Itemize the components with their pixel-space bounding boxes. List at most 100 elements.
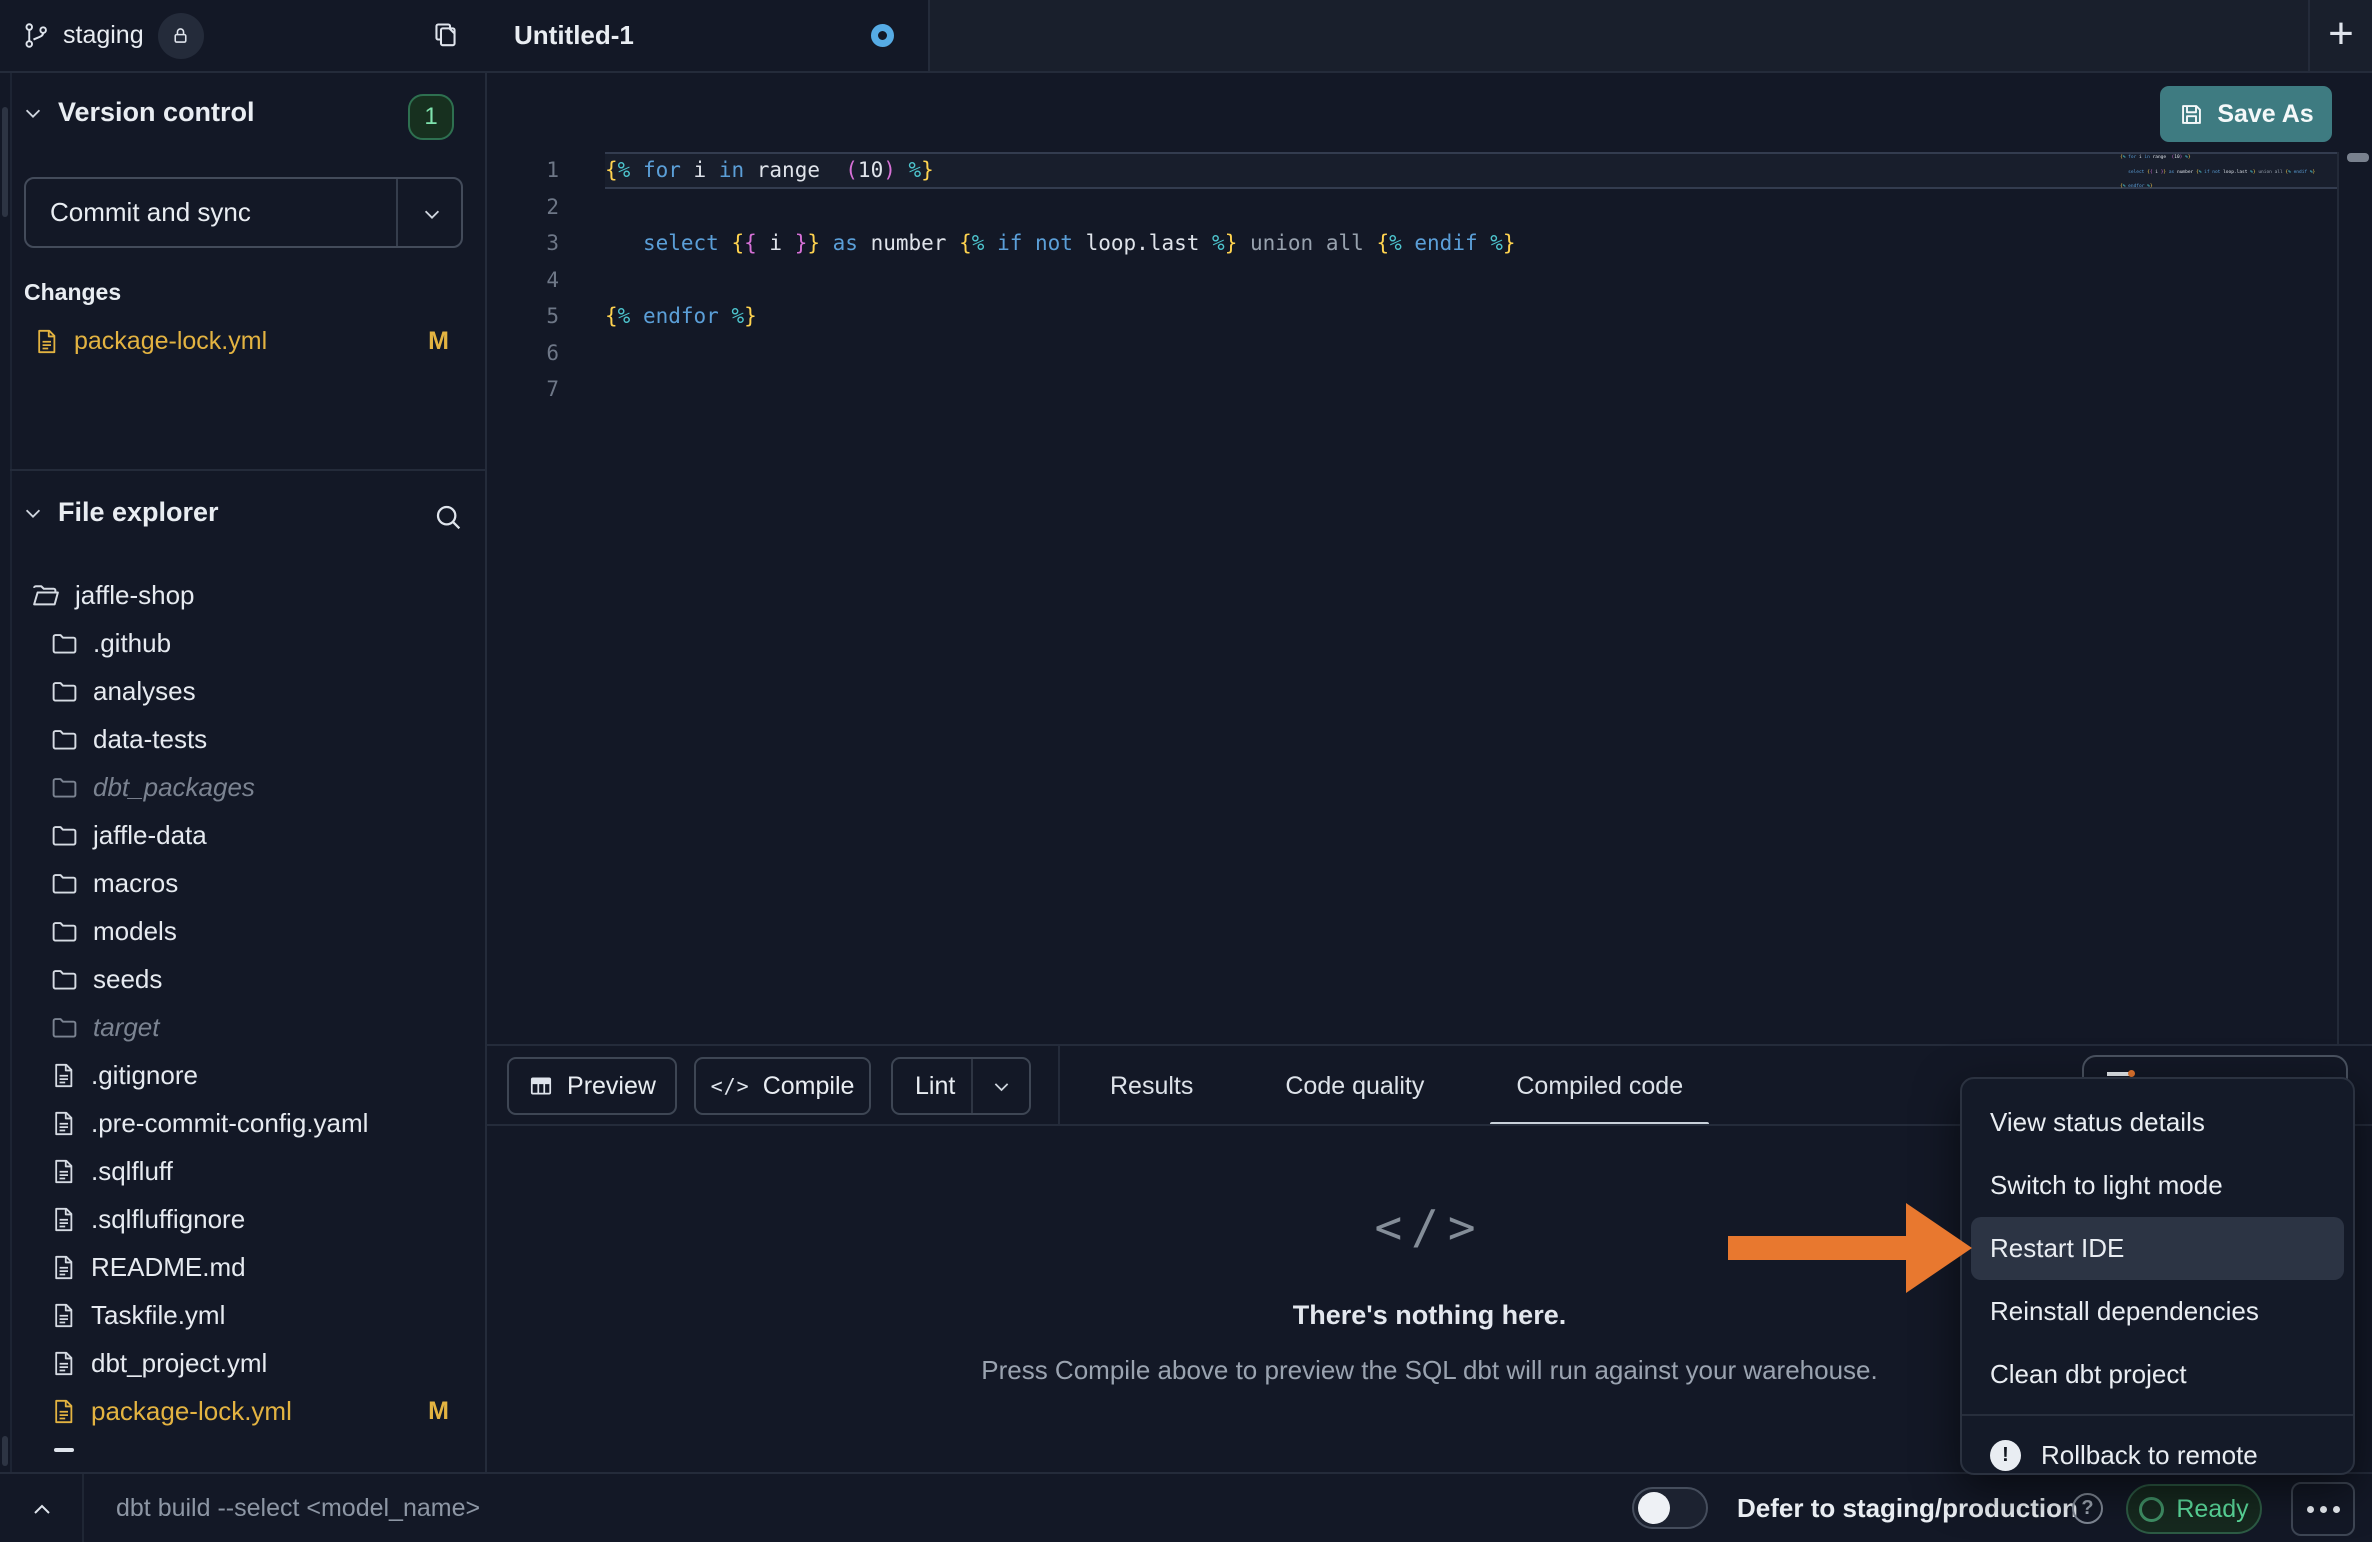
editor-code[interactable]: {% for i in range (10) %} select {{ i }}… <box>605 152 2337 408</box>
file-explorer-title: File explorer <box>58 497 219 528</box>
tree-item-dbt_project.yml[interactable]: dbt_project.yml <box>0 1339 487 1387</box>
file-icon <box>50 1062 77 1089</box>
tree-item-analyses[interactable]: analyses <box>0 667 487 715</box>
folder-open-icon <box>31 580 61 610</box>
section-divider <box>10 469 487 471</box>
minimap[interactable]: {% for i in range (10) %} select {{ i }}… <box>2120 154 2334 205</box>
code-line-7[interactable] <box>605 371 2337 408</box>
folder-icon <box>50 629 79 658</box>
changes-label: Changes <box>24 279 121 306</box>
tree-item-seeds[interactable]: seeds <box>0 955 487 1003</box>
tree-item-.pre-commit-config.yaml[interactable]: .pre-commit-config.yaml <box>0 1099 487 1147</box>
save-icon <box>2178 101 2205 128</box>
tree-item-dbt_packages[interactable]: dbt_packages <box>0 763 487 811</box>
tree-item-models[interactable]: models <box>0 907 487 955</box>
tab-results-label: Results <box>1110 1072 1193 1101</box>
tab-untitled-1[interactable]: Untitled-1 <box>487 0 930 71</box>
tree-item-jaffle-data[interactable]: jaffle-data <box>0 811 487 859</box>
editor-scrollbar-divider <box>2337 152 2339 1044</box>
save-as-button[interactable]: Save As <box>2160 86 2332 142</box>
menu-item-switch-to-light-mode[interactable]: Switch to light mode <box>1962 1154 2353 1217</box>
tab-strip <box>930 0 2308 71</box>
minimap-line-1: {% for i in range (10) %} <box>2120 154 2334 161</box>
commit-and-sync-button[interactable]: Commit and sync <box>24 177 463 248</box>
file-icon <box>50 1254 77 1281</box>
tree-item-.sqlfluff[interactable]: .sqlfluff <box>0 1147 487 1195</box>
command-input[interactable]: dbt build --select <model_name> <box>116 1474 480 1542</box>
code-line-6[interactable] <box>605 335 2337 372</box>
help-icon[interactable]: ? <box>2072 1493 2103 1524</box>
code-icon: </> <box>711 1074 750 1098</box>
tab-compiled-code-label: Compiled code <box>1516 1072 1683 1101</box>
branch-name: staging <box>63 21 144 50</box>
lint-button[interactable]: Lint <box>891 1057 1031 1115</box>
sidebar-scrollbar-thumb[interactable] <box>2 107 8 217</box>
search-icon[interactable] <box>432 501 464 533</box>
file-explorer-header[interactable]: File explorer <box>22 497 219 528</box>
folder-icon <box>50 773 79 802</box>
tab-title: Untitled-1 <box>514 20 634 51</box>
version-control-header[interactable]: Version control <box>22 97 255 128</box>
tree-item-label: .sqlfluff <box>91 1156 173 1187</box>
unsaved-dot-icon[interactable] <box>871 24 894 47</box>
line-number-1: 1 <box>487 152 605 189</box>
code-line-5[interactable]: {% endfor %} <box>605 298 2337 335</box>
status-bar-divider <box>82 1474 84 1542</box>
tree-item-data-tests[interactable]: data-tests <box>0 715 487 763</box>
changed-file-package-lock.yml[interactable]: package-lock.ymlM <box>0 315 487 367</box>
menu-item-label: View status details <box>1990 1107 2205 1138</box>
code-line-1[interactable]: {% for i in range (10) %} <box>605 152 2337 189</box>
explorer-scrollbar-thumb[interactable] <box>2 1436 8 1466</box>
chevron-up-icon[interactable] <box>30 1498 54 1522</box>
chevron-down-icon[interactable] <box>22 102 44 124</box>
menu-item-view-status-details[interactable]: View status details <box>1962 1091 2353 1154</box>
tree-item-jaffle-shop[interactable]: jaffle-shop <box>0 571 487 619</box>
tree-item-macros[interactable]: macros <box>0 859 487 907</box>
code-line-2[interactable] <box>605 189 2337 226</box>
tree-item-label: macros <box>93 868 178 899</box>
line-number-6: 6 <box>487 335 605 372</box>
tree-item-.sqlfluffignore[interactable]: .sqlfluffignore <box>0 1195 487 1243</box>
chevron-down-icon[interactable] <box>991 1076 1012 1097</box>
tree-item-label: seeds <box>93 964 162 995</box>
commit-dropdown-chevron-icon[interactable] <box>421 203 443 225</box>
preview-button[interactable]: Preview <box>507 1057 677 1115</box>
lint-split-divider <box>971 1059 973 1113</box>
tree-item-target[interactable]: target <box>0 1003 487 1051</box>
tab-code-quality[interactable]: Code quality <box>1255 1046 1454 1126</box>
chevron-down-icon[interactable] <box>22 502 44 524</box>
menu-item-reinstall-dependencies[interactable]: Reinstall dependencies <box>1962 1280 2353 1343</box>
code-line-3[interactable]: select {{ i }} as number {% if not loop.… <box>605 225 2337 262</box>
compile-button[interactable]: </> Compile <box>694 1057 871 1115</box>
menu-item-label: Reinstall dependencies <box>1990 1296 2259 1327</box>
compile-label: Compile <box>763 1072 855 1101</box>
editor-scrollbar-thumb[interactable] <box>2347 153 2369 162</box>
tab-compiled-code[interactable]: Compiled code <box>1486 1046 1713 1126</box>
line-number-2: 2 <box>487 189 605 226</box>
file-icon <box>50 1398 77 1425</box>
copy-icon[interactable] <box>430 20 461 51</box>
tab-results[interactable]: Results <box>1080 1046 1223 1126</box>
menu-item-rollback-to-remote[interactable]: !Rollback to remote <box>1962 1424 2353 1487</box>
tree-item-label: jaffle-data <box>93 820 207 851</box>
more-options-button[interactable] <box>2291 1482 2355 1536</box>
new-tab-button[interactable]: + <box>2308 0 2372 71</box>
lock-icon <box>170 25 191 46</box>
defer-toggle[interactable] <box>1632 1487 1708 1529</box>
status-badge[interactable]: Ready <box>2126 1484 2262 1534</box>
annotation-arrow <box>1728 1236 1908 1260</box>
code-line-4[interactable] <box>605 262 2337 299</box>
tree-item-package-lock.yml[interactable]: package-lock.ymlM <box>0 1387 487 1435</box>
folder-icon <box>50 965 79 994</box>
folder-icon <box>50 917 79 946</box>
line-number-5: 5 <box>487 298 605 335</box>
minimap-line-4 <box>2120 176 2334 183</box>
tree-item-README.md[interactable]: README.md <box>0 1243 487 1291</box>
menu-item-clean-dbt-project[interactable]: Clean dbt project <box>1962 1343 2353 1406</box>
tree-item-.github[interactable]: .github <box>0 619 487 667</box>
git-branch-icon <box>22 21 51 50</box>
tree-item-.gitignore[interactable]: .gitignore <box>0 1051 487 1099</box>
menu-item-restart-ide[interactable]: Restart IDE <box>1971 1217 2344 1280</box>
branch-row[interactable]: staging <box>0 0 487 71</box>
tree-item-Taskfile.yml[interactable]: Taskfile.yml <box>0 1291 487 1339</box>
